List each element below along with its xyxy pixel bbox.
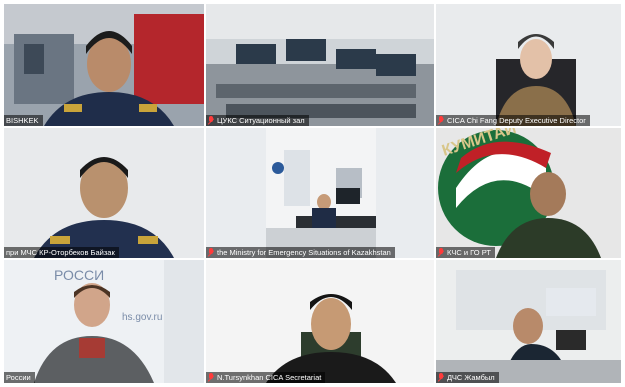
video-tile-russia[interactable]: РОССИ hs.gov.ru России [4,260,204,383]
banner-text: hs.gov.ru [122,312,162,323]
banner-text: РОССИ [54,267,104,283]
tile-label: при МЧС КР-Оторбеков Байзак [4,247,119,258]
tile-label: CICA Chi Fang Deputy Executive Director [436,115,590,126]
participant-video: РОССИ hs.gov.ru [4,260,204,383]
tile-label: России [4,372,35,383]
tile-label: N.Tursynkhan CICA Secretariat [206,372,326,383]
video-grid: BISHKEK ЦУКС Ситуационный зал CICA Chi F… [0,0,625,387]
muted-mic-icon [438,116,444,125]
tile-label: ДЧС Жамбыл [436,372,499,383]
participant-video [206,260,434,383]
muted-mic-icon [208,373,214,382]
participant-video: КУМИТАИ [436,128,621,258]
participant-video [436,260,621,383]
video-tile-dchs-zhambyl[interactable]: ДЧС Жамбыл [436,260,621,383]
muted-mic-icon [438,373,444,382]
muted-mic-icon [208,248,214,257]
video-tile-cica-chi-fang[interactable]: CICA Chi Fang Deputy Executive Director [436,4,621,126]
tile-label: ЦУКС Ситуационный зал [206,115,309,126]
video-tile-kazakhstan-ministry[interactable]: the Ministry for Emergency Situations of… [206,128,434,258]
video-tile-bayzak[interactable]: при МЧС КР-Оторбеков Байзак [4,128,204,258]
video-tile-kchs-rt[interactable]: КУМИТАИ КЧС и ГО РТ [436,128,621,258]
video-tile-tursynkhan[interactable]: N.Tursynkhan CICA Secretariat [206,260,434,383]
muted-mic-icon [438,248,444,257]
participant-video [206,128,434,258]
video-tile-bishkek[interactable]: BISHKEK [4,4,204,126]
participant-video [436,4,621,126]
tile-label: КЧС и ГО РТ [436,247,495,258]
participant-video [4,128,204,258]
participant-video [4,4,204,126]
participant-video [206,4,434,126]
video-tile-situation-room[interactable]: ЦУКС Ситуационный зал [206,4,434,126]
tile-label: the Ministry for Emergency Situations of… [206,247,395,258]
tile-label: BISHKEK [4,115,43,126]
muted-mic-icon [208,116,214,125]
